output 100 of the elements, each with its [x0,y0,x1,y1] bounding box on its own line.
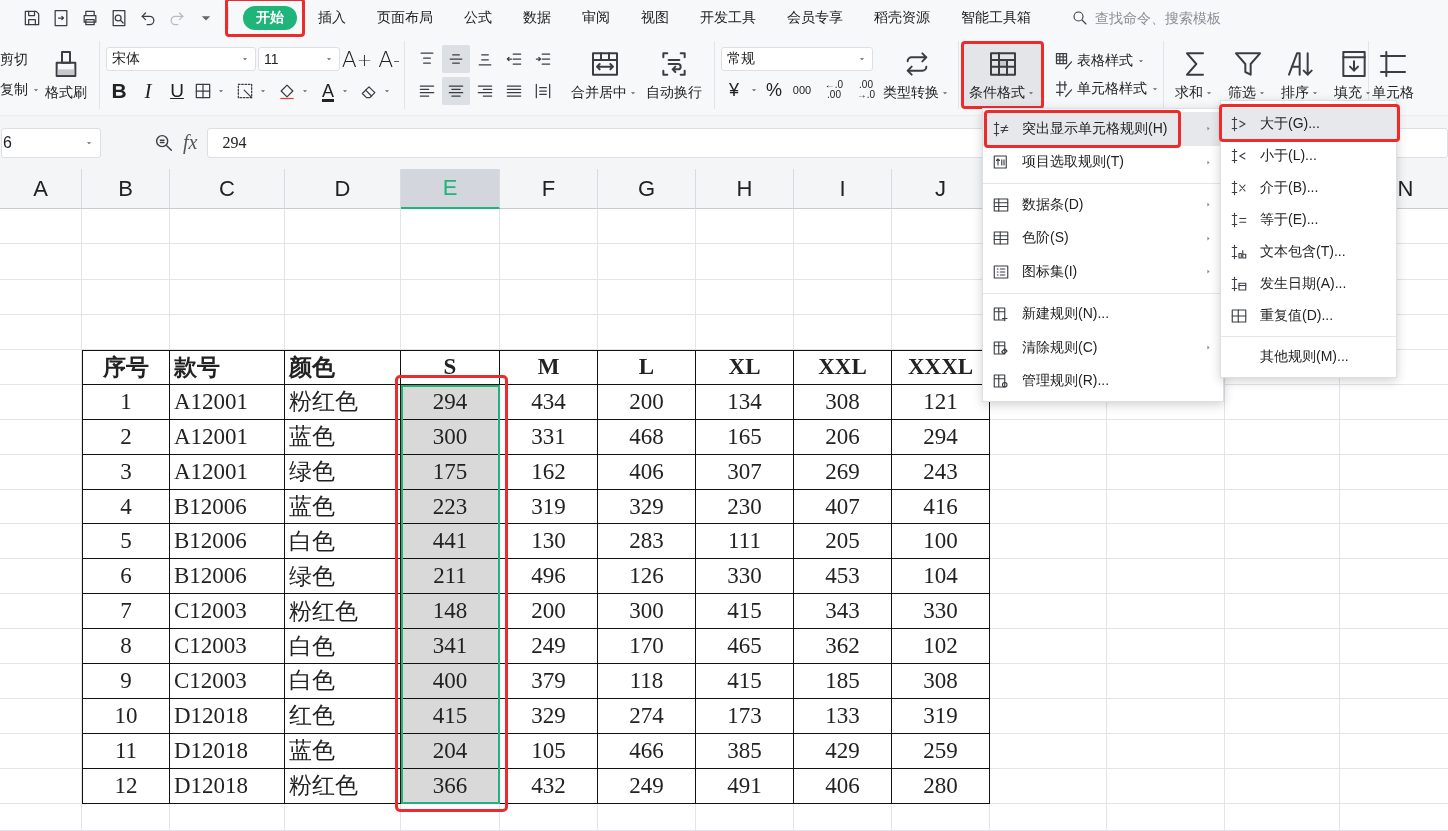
table-cell: 407 [794,489,892,525]
table-cell: 491 [696,768,794,804]
table-cell: 3 [82,454,170,490]
table-cell: 319 [500,489,598,525]
table-cell: 415 [696,594,794,630]
table-cell: 126 [598,559,696,595]
table-cell: 173 [696,698,794,734]
column-heading: XL [696,350,794,385]
table-cell: 249 [500,629,598,664]
table-cell: 243 [892,454,990,490]
table-cell: 379 [500,664,598,699]
table-cell: 11 [82,733,170,769]
table-cell: 223 [401,489,500,525]
table-cell: 468 [598,419,696,455]
table-cell: B12006 [170,559,285,595]
table-cell: 249 [598,768,696,804]
table-cell: 12 [82,768,170,804]
table-cell: 308 [794,384,892,420]
table-cell: 134 [696,384,794,420]
table-cell: 红色 [285,698,401,734]
table-cell: 362 [794,629,892,664]
table-cell: 283 [598,524,696,560]
table-cell: 185 [794,664,892,699]
table-cell: 粉红色 [285,768,401,804]
table-cell: 434 [500,384,598,420]
table-cell: 343 [794,594,892,630]
table-cell: C12003 [170,594,285,630]
table-cell: 200 [500,594,598,630]
table-cell: 10 [82,698,170,734]
table-cell: 429 [794,733,892,769]
table-cell: 绿色 [285,559,401,595]
table-cell: 粉红色 [285,384,401,420]
table-cell: 400 [401,664,500,699]
table-cell: 170 [598,629,696,664]
table-cell: 329 [500,698,598,734]
table-cell: 102 [892,629,990,664]
table-cell: 9 [82,664,170,699]
table-cell: 329 [598,489,696,525]
table-cell: B12006 [170,489,285,525]
table-cell: 白色 [285,664,401,699]
table-cell: A12001 [170,384,285,420]
table-cell: 111 [696,524,794,560]
table-cell: 白色 [285,629,401,664]
table-cell: 148 [401,594,500,630]
table-cell: 230 [696,489,794,525]
table-cell: 453 [794,559,892,595]
table-cell: 200 [598,384,696,420]
table-cell: 蓝色 [285,733,401,769]
table-cell: 465 [696,629,794,664]
table-cell: C12003 [170,629,285,664]
table-cell: 7 [82,594,170,630]
table-cell: C12003 [170,664,285,699]
table-cell: 8 [82,629,170,664]
column-heading: L [598,350,696,385]
table-cell: 1 [82,384,170,420]
column-heading: S [401,350,500,385]
table-cell: 白色 [285,524,401,560]
table-cell: 259 [892,733,990,769]
table-cell: D12018 [170,768,285,804]
table-cell: 331 [500,419,598,455]
table-cell: 385 [696,733,794,769]
table-cell: 绿色 [285,454,401,490]
table-cell: 341 [401,629,500,664]
table-cell: 307 [696,454,794,490]
table-cell: 175 [401,454,500,490]
column-heading: XXL [794,350,892,385]
table-cell: 133 [794,698,892,734]
table-cell: D12018 [170,733,285,769]
table-cell: 416 [892,489,990,525]
table-cell: 100 [892,524,990,560]
table-cell: 211 [401,559,500,595]
table-cell: 105 [500,733,598,769]
table-cell: 165 [696,419,794,455]
column-heading: 序号 [82,350,170,385]
table-cell: 319 [892,698,990,734]
table-cell: 330 [892,594,990,630]
table-cell: 432 [500,768,598,804]
table-cell: 466 [598,733,696,769]
table-cell: 4 [82,489,170,525]
table-cell: 2 [82,419,170,455]
table-cell: A12001 [170,419,285,455]
table-cell: 118 [598,664,696,699]
table-cell: 205 [794,524,892,560]
table-cell: 415 [696,664,794,699]
table-cell: 5 [82,524,170,560]
table-cell: 130 [500,524,598,560]
table-cell: 415 [401,698,500,734]
table-cell: 162 [500,454,598,490]
table-cell: 204 [401,733,500,769]
table-cell: 粉红色 [285,594,401,630]
column-heading: M [500,350,598,385]
table-cell: 406 [598,454,696,490]
table-cell: 蓝色 [285,489,401,525]
table-cell: D12018 [170,698,285,734]
table-cell: 300 [401,419,500,455]
table-cell: 104 [892,559,990,595]
column-heading: 颜色 [285,350,401,385]
table-cell: 496 [500,559,598,595]
table-cell: 294 [892,419,990,455]
table-cell: 6 [82,559,170,595]
